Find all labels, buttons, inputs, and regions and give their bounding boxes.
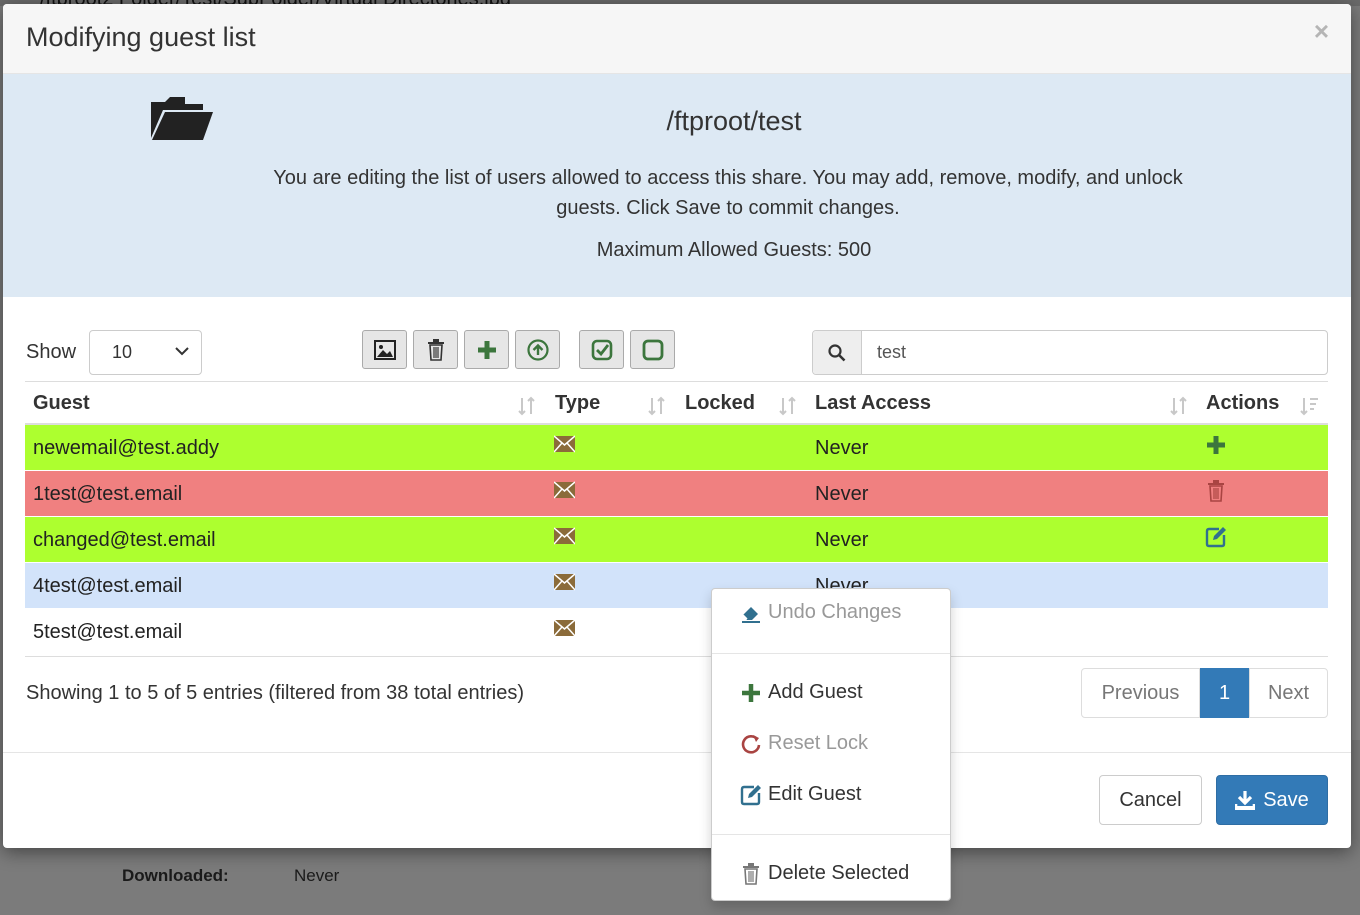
table-body: newemail@test.addy Never 1test@test.emai… [25,425,1328,655]
menu-item-delete-selected[interactable]: Delete Selected [740,862,909,885]
guest-email: 5test@test.email [33,621,183,643]
share-description: You are editing the list of users allowe… [273,167,1183,219]
refresh-icon [741,734,761,754]
sort-icon[interactable] [646,395,668,417]
last-access: Never [815,483,869,505]
sort-icon[interactable] [777,395,799,417]
background-edge [1352,440,1360,740]
close-icon[interactable]: × [1314,16,1329,47]
table-row[interactable]: 1test@test.email Never [25,471,1328,517]
last-access: Never [815,437,869,459]
modal-header: Modifying guest list × [3,4,1351,74]
checkbox-empty-icon [642,339,663,360]
share-info-panel: /ftproot/test You are editing the list o… [3,74,1351,297]
download-icon [1235,791,1256,810]
select-none-button[interactable] [630,330,675,369]
menu-item-label: Reset Lock [768,732,869,754]
entries-info: Showing 1 to 5 of 5 entries (filtered fr… [26,682,525,704]
sort-icon[interactable] [516,395,538,417]
menu-divider [712,653,950,654]
envelope-icon [554,527,575,545]
menu-item-label: Edit Guest [768,783,862,805]
max-guests: Maximum Allowed Guests: 500 [596,239,872,261]
col-type[interactable]: Type [555,392,600,415]
envelope-icon [554,435,575,453]
image-button[interactable] [362,330,407,369]
downloaded-value: Never [294,866,340,885]
guest-email: newemail@test.addy [33,437,219,459]
save-button[interactable]: Save [1216,775,1328,825]
edit-icon [740,784,761,805]
table-header: Guest Type Locked Last Access Actions [25,381,1328,425]
next-page-button[interactable]: Next [1249,668,1328,718]
trash-icon [427,338,444,361]
trash-icon [743,862,759,885]
downloaded-label: Downloaded: [122,866,229,885]
envelope-icon [554,481,575,499]
modal-title: Modifying guest list [26,22,256,52]
table-row[interactable]: newemail@test.addy Never [25,425,1328,471]
menu-item-edit-guest[interactable]: Edit Guest [740,783,861,806]
menu-divider [712,834,950,835]
col-last-access[interactable]: Last Access [815,392,931,415]
col-guest[interactable]: Guest [33,392,90,415]
menu-item-add-guest[interactable]: Add Guest [740,681,863,704]
edit-icon[interactable] [1205,526,1227,548]
sort-desc-icon[interactable] [1298,395,1320,417]
context-menu: Undo Changes Add Guest Reset Lock Edit G… [711,588,951,901]
col-locked[interactable]: Locked [685,392,755,415]
checkbox-checked-icon [591,339,612,360]
previous-page-button[interactable]: Previous [1081,668,1200,718]
envelope-icon [554,573,575,591]
add-guest-button[interactable] [464,330,509,369]
eraser-icon [742,606,760,623]
search-input[interactable]: test [877,342,906,363]
page-size-value: 10 [112,342,133,362]
table-row[interactable]: changed@test.email Never [25,517,1328,563]
trash-icon[interactable] [1205,480,1227,502]
guest-email: 1test@test.email [33,483,183,505]
background-downloaded-row: Downloaded: Never [122,866,339,886]
menu-item-reset-lock[interactable]: Reset Lock [740,732,868,755]
sort-icon[interactable] [1168,395,1190,417]
page-size-select[interactable]: 10 [89,330,202,375]
guest-list-modal: Modifying guest list × /ftproot/test You… [3,4,1351,848]
cancel-button[interactable]: Cancel [1099,775,1202,825]
guest-email: changed@test.email [33,529,216,551]
menu-item-label: Add Guest [768,681,863,703]
chevron-down-icon [175,347,189,356]
show-label: Show [26,341,77,363]
col-actions[interactable]: Actions [1206,392,1279,415]
last-access: Never [815,529,869,551]
select-all-button[interactable] [579,330,624,369]
image-icon [373,339,396,360]
plus-icon[interactable] [1205,434,1227,456]
upload-button[interactable] [515,330,560,369]
table-divider [25,656,1328,657]
page-1-button[interactable]: 1 [1200,668,1249,718]
table-row[interactable]: 5test@test.email [25,609,1328,655]
pagination: Previous 1 Next [1081,668,1328,718]
table-row[interactable]: 4test@test.email Never [25,563,1328,609]
search-box: test [812,330,1328,375]
envelope-icon [554,619,575,637]
guest-table: Guest Type Locked Last Access Actions ne… [25,381,1328,655]
search-icon [828,343,846,361]
upload-circle-icon [526,338,549,361]
menu-item-undo-changes[interactable]: Undo Changes [740,601,901,624]
save-label: Save [1263,788,1309,811]
plus-icon [742,683,760,702]
menu-item-label: Undo Changes [768,601,902,623]
menu-item-label: Delete Selected [768,862,910,884]
guest-email: 4test@test.email [33,575,183,597]
plus-icon [477,340,496,359]
delete-button[interactable] [413,330,458,369]
share-path: /ftproot/test [666,106,802,136]
search-icon-addon [813,331,862,374]
